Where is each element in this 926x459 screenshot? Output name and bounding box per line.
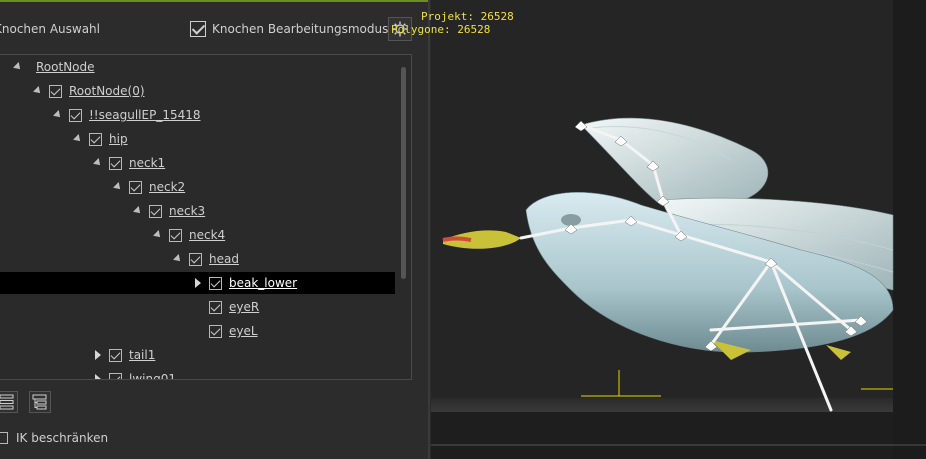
tree-row[interactable]: eyeL — [0, 320, 395, 342]
bone-visibility-checkbox[interactable] — [189, 252, 202, 266]
tree-row[interactable]: eyeR — [0, 296, 395, 318]
bone-visibility-checkbox[interactable] — [149, 204, 162, 218]
collapsed-arrow-icon[interactable] — [91, 372, 105, 379]
tree-row[interactable]: neck4 — [0, 224, 395, 246]
bone-name-label[interactable]: tail1 — [129, 348, 155, 362]
tree-row[interactable]: !!seagullEP_15418 — [0, 104, 395, 126]
expanded-arrow-icon[interactable] — [51, 108, 65, 122]
list-icon — [0, 394, 14, 410]
bone-name-label[interactable]: eyeR — [229, 300, 259, 314]
tree-scrollbar-thumb[interactable] — [401, 67, 406, 279]
bone-visibility-checkbox[interactable] — [209, 276, 222, 290]
expanded-arrow-icon[interactable] — [31, 84, 45, 98]
viewport-overlay[interactable] — [431, 0, 926, 459]
tree-row[interactable]: beak_lower — [0, 272, 395, 294]
bone-visibility-checkbox[interactable] — [69, 108, 82, 122]
stats-polygon-count: Polygone: 26528 — [391, 23, 491, 36]
ik-limit-checkbox[interactable] — [0, 432, 8, 444]
bone-name-label[interactable]: RootNode — [36, 60, 95, 74]
bone-visibility-checkbox[interactable] — [109, 372, 122, 379]
scene-stats: Projekt: 26528 Polygone: 26528 — [391, 10, 514, 36]
expanded-arrow-icon[interactable] — [151, 228, 165, 242]
edit-mode-checkbox[interactable] — [190, 21, 206, 37]
edit-mode-toggle[interactable]: Knochen Bearbeitungsmodus — [190, 21, 388, 37]
expanded-arrow-icon[interactable] — [11, 60, 25, 74]
collapsed-arrow-icon[interactable] — [191, 276, 205, 290]
stats-project-count: Projekt: 26528 — [421, 10, 514, 23]
bone-name-label[interactable]: neck4 — [189, 228, 225, 242]
bone-name-label[interactable]: neck3 — [169, 204, 205, 218]
bone-name-label[interactable]: beak_lower — [229, 276, 297, 290]
bone-visibility-checkbox[interactable] — [109, 348, 122, 362]
expanded-arrow-icon[interactable] — [91, 156, 105, 170]
expand-all-button[interactable] — [0, 391, 18, 413]
bone-visibility-checkbox[interactable] — [209, 324, 222, 338]
edit-mode-label: Knochen Bearbeitungsmodus — [212, 22, 389, 36]
bone-visibility-checkbox[interactable] — [129, 180, 142, 194]
bone-name-label[interactable]: lwing01 — [129, 372, 176, 379]
expanded-arrow-icon[interactable] — [171, 252, 185, 266]
panel-title: Knochen Auswahl — [0, 22, 100, 36]
bone-name-label[interactable]: hip — [109, 132, 128, 146]
bone-name-label[interactable]: head — [209, 252, 239, 266]
panel-accent-bar — [0, 0, 428, 2]
tree-row[interactable]: neck1 — [0, 152, 395, 174]
bone-visibility-checkbox[interactable] — [49, 84, 62, 98]
tree-row[interactable]: RootNode(0) — [0, 80, 395, 102]
bone-name-label[interactable]: neck1 — [129, 156, 165, 170]
tree-row[interactable]: hip — [0, 128, 395, 150]
hierarchy-icon — [32, 394, 47, 410]
tree-row[interactable]: head — [0, 248, 395, 270]
expanded-arrow-icon[interactable] — [131, 204, 145, 218]
bone-name-label[interactable]: RootNode(0) — [69, 84, 145, 98]
collapsed-arrow-icon[interactable] — [91, 348, 105, 362]
bone-tree[interactable]: RootNode RootNode(0) !!seagullEP_15418 hip n… — [0, 54, 412, 380]
hierarchy-button[interactable] — [29, 391, 51, 413]
tree-row[interactable]: lwing01 — [0, 368, 395, 379]
bone-visibility-checkbox[interactable] — [109, 156, 122, 170]
bone-name-label[interactable]: !!seagullEP_15418 — [89, 108, 201, 122]
bone-visibility-checkbox[interactable] — [89, 132, 102, 146]
bone-name-label[interactable]: eyeL — [229, 324, 258, 338]
bone-name-label[interactable]: neck2 — [149, 180, 185, 194]
ik-limit-label: IK beschränken — [16, 431, 109, 445]
tree-row[interactable]: neck2 — [0, 176, 395, 198]
expanded-arrow-icon[interactable] — [111, 180, 125, 194]
bone-visibility-checkbox[interactable] — [169, 228, 182, 242]
3d-viewport[interactable] — [431, 0, 926, 459]
expanded-arrow-icon[interactable] — [71, 132, 85, 146]
ik-limit-toggle[interactable]: IK beschränken — [0, 431, 108, 445]
tree-row[interactable]: neck3 — [0, 200, 395, 222]
panel-divider — [428, 0, 430, 459]
tree-row[interactable]: RootNode — [0, 56, 395, 78]
tree-row[interactable]: tail1 — [0, 344, 395, 366]
bone-visibility-checkbox[interactable] — [209, 300, 222, 314]
